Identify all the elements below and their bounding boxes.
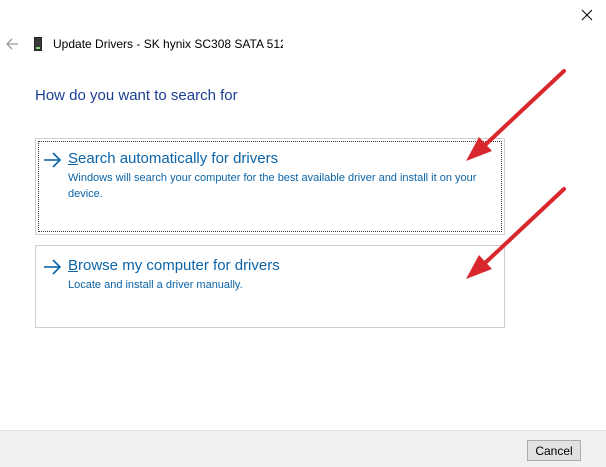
back-arrow-icon — [6, 38, 18, 50]
title-bar: Update Drivers - SK hynix SC308 SATA 512… — [33, 36, 283, 52]
option-description: Windows will search your computer for th… — [68, 172, 477, 200]
option-title-accelerator: S — [68, 150, 79, 167]
search-automatically-option[interactable]: Search automatically for drivers Windows… — [35, 138, 505, 235]
update-drivers-window: Update Drivers - SK hynix SC308 SATA 512… — [0, 0, 606, 467]
close-icon — [581, 9, 593, 21]
window-title: Update Drivers - SK hynix SC308 SATA 512… — [53, 37, 283, 51]
arrow-right-icon — [44, 152, 62, 168]
option-title-rest: rowse my computer for drivers — [78, 257, 280, 274]
option-title-rest: earch automatically for drivers — [78, 150, 279, 167]
option-title-accelerator: B — [68, 257, 79, 274]
option-title: Search automatically for drivers — [68, 149, 494, 169]
close-button[interactable] — [574, 2, 600, 28]
back-button[interactable] — [2, 34, 22, 54]
page-heading: How do you want to search for — [35, 87, 238, 104]
arrow-right-icon — [44, 259, 62, 275]
option-title: Browse my computer for drivers — [68, 256, 494, 276]
cancel-button[interactable]: Cancel — [527, 440, 581, 461]
footer-bar: Cancel — [0, 430, 606, 467]
option-description: Locate and install a driver manually. — [68, 279, 243, 291]
drive-icon — [33, 36, 43, 52]
browse-my-computer-option[interactable]: Browse my computer for drivers Locate an… — [35, 245, 505, 328]
